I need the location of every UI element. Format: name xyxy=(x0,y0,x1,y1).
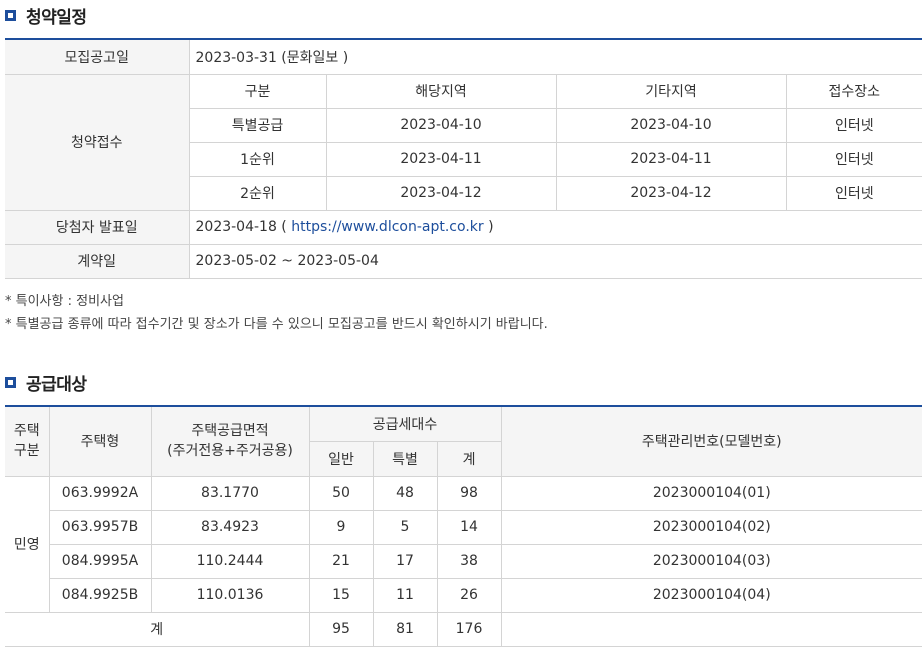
col-header-area: 주택공급면적 (주거전용+주거공용) xyxy=(150,405,310,477)
total-cell: 26 xyxy=(436,577,502,613)
house-type-cell: 063.9992A xyxy=(48,475,152,511)
notes: * 특이사항 : 정비사업 * 특별공급 종류에 따라 접수기간 및 장소가 다… xyxy=(5,290,548,336)
reception-place: 인터넷 xyxy=(785,107,922,143)
special-cell: 48 xyxy=(372,475,438,511)
contract-label: 계약일 xyxy=(5,243,190,279)
table-row: 민영 063.9992A 83.1770 50 48 98 2023000104… xyxy=(5,475,922,613)
general-cell: 21 xyxy=(308,543,374,579)
area-cell: 83.4923 xyxy=(150,509,310,545)
col-header-special: 특별 xyxy=(372,440,438,477)
area-cell: 83.1770 xyxy=(150,475,310,511)
announce-close: ) xyxy=(488,219,494,235)
reception-other-date: 2023-04-12 xyxy=(555,175,787,211)
reception-place: 인터넷 xyxy=(785,141,922,177)
model-no-cell: 2023000104(02) xyxy=(500,509,922,545)
special-cell: 11 xyxy=(372,577,438,613)
square-bullet-icon xyxy=(5,9,16,21)
col-header-house-group: 주택 구분 xyxy=(5,405,50,477)
house-type-cell: 084.9925B xyxy=(49,577,152,613)
area-cell: 110.0136 xyxy=(150,577,310,613)
supply-section-title: 공급대상 xyxy=(5,371,87,395)
reception-place: 인터넷 xyxy=(785,175,922,211)
announce-date: 2023-04-18 ( xyxy=(195,219,287,235)
reception-local-date: 2023-04-11 xyxy=(325,141,557,177)
col-header-local: 해당지역 xyxy=(325,73,557,109)
special-cell: 17 xyxy=(372,543,438,579)
note-item: * 특별공급 종류에 따라 접수기간 및 장소가 다를 수 있으니 모집공고를 … xyxy=(5,317,548,332)
total-row: 계 95 81 176 xyxy=(5,611,922,647)
announce-value: 2023-04-18 ( https://www.dlcon-apt.co.kr… xyxy=(188,209,922,245)
total-sum: 176 xyxy=(436,611,502,647)
table-row: 063.9957B 83.4923 9 5 14 2023000104(02) xyxy=(5,509,922,545)
col-header-type: 구분 xyxy=(188,73,327,109)
general-cell: 50 xyxy=(308,475,374,511)
model-no-cell: 2023000104(04) xyxy=(500,577,922,613)
model-no-cell: 2023000104(01) xyxy=(500,475,922,511)
schedule-table: 모집공고일 2023-03-31 (문화일보 ) 청약접수 구분 해당지역 기타… xyxy=(5,38,922,279)
supply-table: 주택 구분 주택형 주택공급면적 (주거전용+주거공용) 공급세대수 주택관리번… xyxy=(5,405,922,647)
col-header-place: 접수장소 xyxy=(785,73,922,109)
announce-label: 당첨자 발표일 xyxy=(5,209,190,245)
reception-type: 2순위 xyxy=(189,175,327,211)
total-model-empty xyxy=(500,611,922,647)
total-cell: 98 xyxy=(436,475,502,511)
col-header-model-no: 주택관리번호(모델번호) xyxy=(500,405,922,477)
notice-value: 2023-03-31 (문화일보 ) xyxy=(188,38,922,75)
reception-label: 청약접수 xyxy=(5,73,190,211)
col-header-house-type: 주택형 xyxy=(48,405,152,477)
col-header-total: 계 xyxy=(436,440,502,477)
reception-other-date: 2023-04-10 xyxy=(555,107,787,143)
col-header-other: 기타지역 xyxy=(555,73,787,109)
reception-other-date: 2023-04-11 xyxy=(555,141,787,177)
total-special: 81 xyxy=(372,611,438,647)
general-cell: 15 xyxy=(308,577,374,613)
reception-type: 특별공급 xyxy=(189,107,327,143)
contract-value: 2023-05-02 ~ 2023-05-04 xyxy=(188,243,922,279)
total-general: 95 xyxy=(308,611,374,647)
total-label: 계 xyxy=(5,611,310,647)
total-cell: 14 xyxy=(436,509,502,545)
table-row: 084.9925B 110.0136 15 11 26 2023000104(0… xyxy=(5,577,922,613)
reception-local-date: 2023-04-10 xyxy=(325,107,557,143)
reception-type: 1순위 xyxy=(189,141,327,177)
note-item: * 특이사항 : 정비사업 xyxy=(5,294,124,309)
announce-link[interactable]: https://www.dlcon-apt.co.kr xyxy=(291,219,483,235)
house-type-cell: 063.9957B xyxy=(49,509,152,545)
schedule-section-title: 청약일정 xyxy=(5,4,87,28)
reception-local-date: 2023-04-12 xyxy=(325,175,557,211)
area-cell: 110.2444 xyxy=(150,543,310,579)
col-header-units: 공급세대수 xyxy=(308,405,502,442)
total-cell: 38 xyxy=(436,543,502,579)
special-cell: 5 xyxy=(372,509,438,545)
model-no-cell: 2023000104(03) xyxy=(500,543,922,579)
table-row: 084.9995A 110.2444 21 17 38 2023000104(0… xyxy=(5,543,922,579)
notice-label: 모집공고일 xyxy=(5,38,190,75)
supply-title: 공급대상 xyxy=(26,374,87,395)
house-group-cell: 민영 xyxy=(5,475,50,613)
house-type-cell: 084.9995A xyxy=(49,543,152,579)
schedule-title: 청약일정 xyxy=(26,7,87,28)
square-bullet-icon xyxy=(5,376,16,388)
col-header-general: 일반 xyxy=(309,440,374,477)
general-cell: 9 xyxy=(308,509,374,545)
